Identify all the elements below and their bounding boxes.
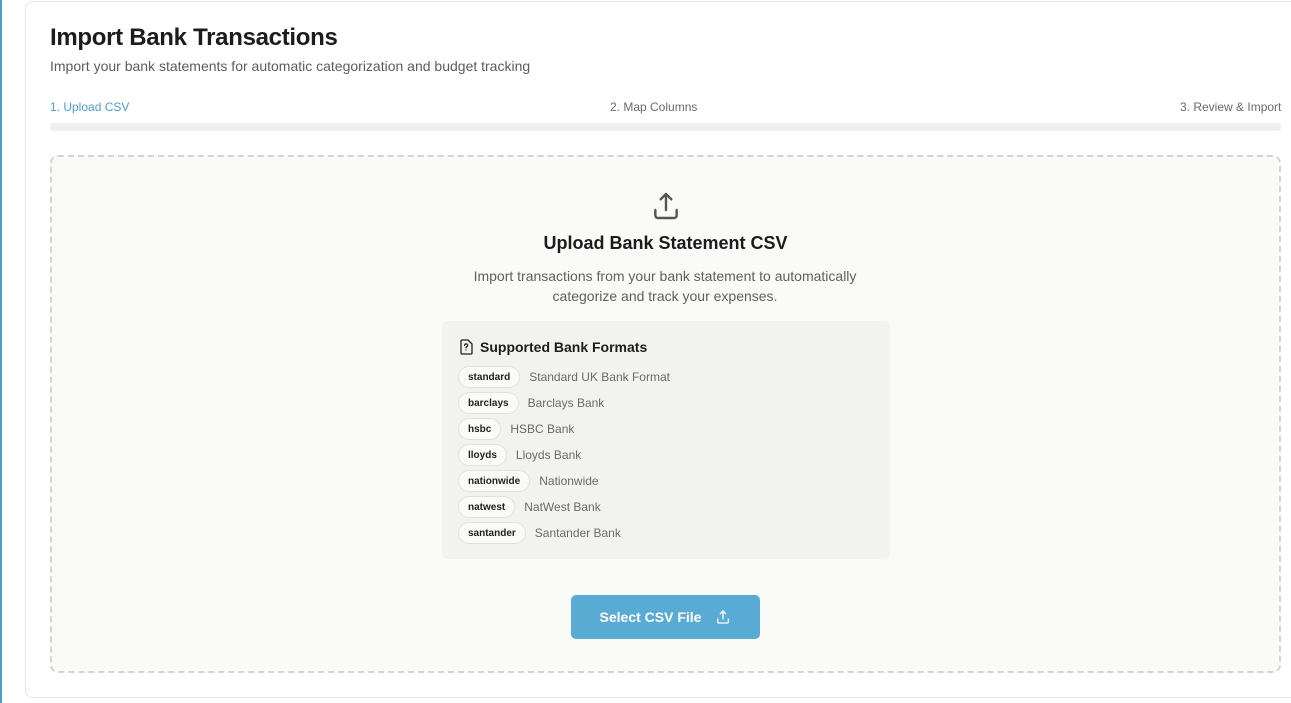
format-code-badge: nationwide — [458, 470, 531, 492]
format-row: standard Standard UK Bank Format — [458, 366, 670, 388]
supported-formats-header: Supported Bank Formats — [459, 339, 647, 355]
step-map-columns[interactable]: 2. Map Columns — [610, 100, 697, 114]
format-row: lloyds Lloyds Bank — [458, 444, 581, 466]
format-bank-name: Santander Bank — [534, 526, 621, 540]
dropzone-title: Upload Bank Statement CSV — [543, 233, 788, 253]
upload-icon — [717, 610, 730, 624]
format-row: nationwide Nationwide — [458, 470, 599, 492]
supported-formats-title: Supported Bank Formats — [480, 339, 648, 355]
format-bank-name: Standard UK Bank Format — [529, 370, 670, 384]
dropzone-description: Import transactions from your bank state… — [473, 268, 857, 304]
upload-icon — [654, 192, 678, 220]
format-code-badge: hsbc — [458, 418, 502, 440]
format-bank-name: NatWest Bank — [524, 500, 601, 514]
format-bank-name: Nationwide — [539, 474, 599, 488]
page-subtitle: Import your bank statements for automati… — [50, 58, 531, 74]
step-progress-bar — [50, 123, 1281, 131]
format-row: santander Santander Bank — [458, 522, 621, 544]
window-edge-accent — [0, 0, 2, 703]
step-upload-csv[interactable]: 1. Upload CSV — [50, 100, 129, 114]
format-row: hsbc HSBC Bank — [458, 418, 574, 440]
format-code-badge: lloyds — [458, 444, 507, 466]
format-row: natwest NatWest Bank — [458, 496, 601, 518]
format-code-badge: standard — [458, 366, 521, 388]
format-code-badge: natwest — [458, 496, 516, 518]
page-title: Import Bank Transactions — [50, 24, 338, 51]
format-code-badge: santander — [458, 522, 526, 544]
format-code-badge: barclays — [458, 392, 519, 414]
step-review-import[interactable]: 3. Review & Import — [1180, 100, 1281, 114]
select-csv-file-label: Select CSV File — [599, 609, 702, 625]
format-bank-name: Lloyds Bank — [515, 448, 582, 462]
format-row: barclays Barclays Bank — [458, 392, 604, 414]
file-question-icon — [460, 339, 473, 355]
format-bank-name: HSBC Bank — [510, 422, 575, 436]
select-csv-file-button[interactable]: Select CSV File — [571, 595, 760, 639]
format-bank-name: Barclays Bank — [527, 396, 605, 410]
